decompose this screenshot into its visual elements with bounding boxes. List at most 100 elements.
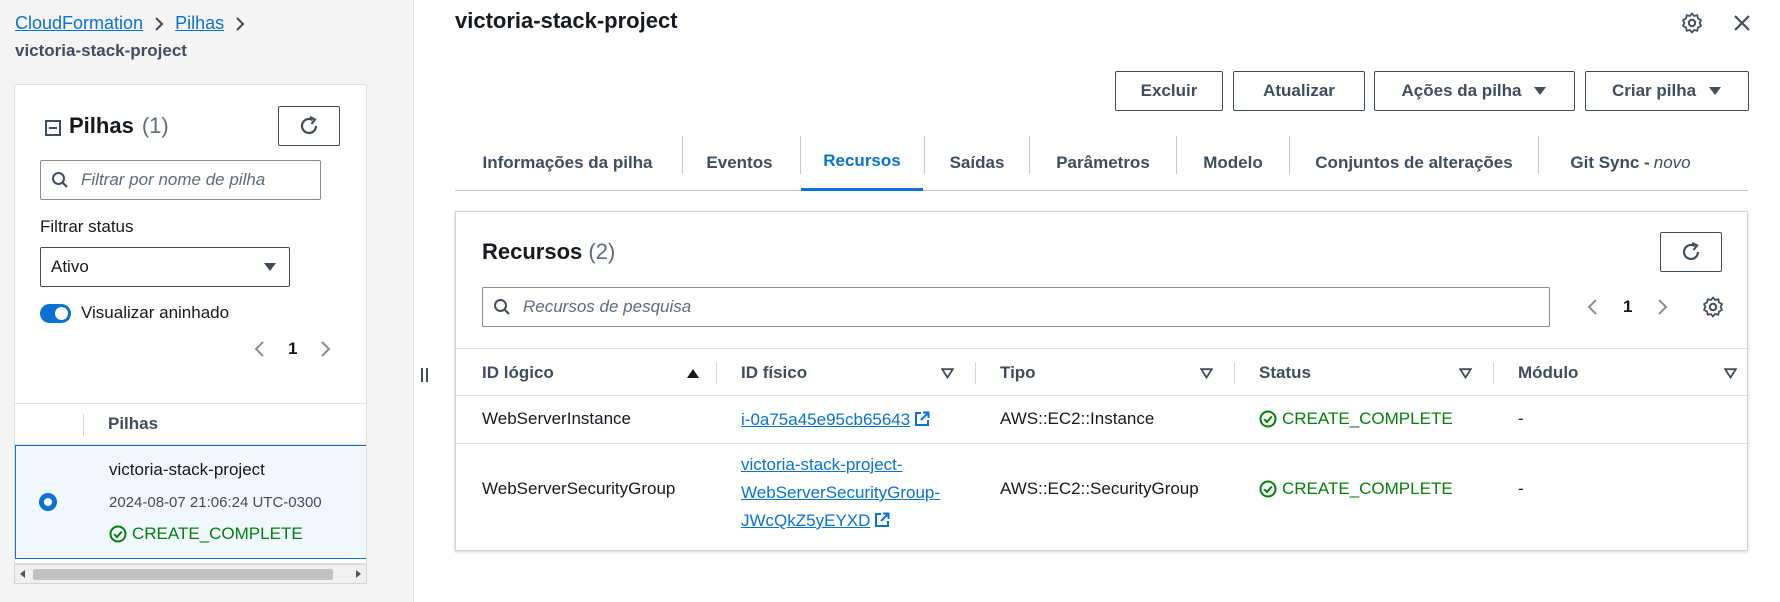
stack-filter-input[interactable] — [79, 169, 309, 191]
stack-select-radio[interactable] — [39, 493, 57, 511]
stacks-card: Pilhas (1) Filtrar status Ativo Visualiz… — [14, 84, 367, 564]
filter-status-value: Ativo — [51, 257, 89, 276]
collapse-icon[interactable] — [45, 119, 61, 136]
external-link-icon — [914, 411, 930, 427]
stacks-side-panel: CloudFormation Pilhas victoria-stack-pro… — [0, 0, 414, 602]
chevron-right-icon — [151, 16, 167, 32]
horizontal-scrollbar[interactable] — [14, 564, 367, 584]
stack-filter-field[interactable] — [40, 160, 321, 200]
breadcrumb: CloudFormation Pilhas victoria-stack-pro… — [15, 10, 395, 64]
stack-name[interactable]: victoria-stack-project — [109, 460, 265, 480]
stack-created-date: 2024-08-07 21:06:24 UTC-0300 — [109, 494, 322, 511]
module-cell: - — [1518, 479, 1524, 498]
table-row: WebServerSecurityGroup victoria-stack-pr… — [456, 444, 1747, 536]
breadcrumb-pilhas[interactable]: Pilhas — [175, 10, 224, 37]
prev-page-button[interactable] — [250, 338, 268, 360]
stack-actions-dropdown[interactable]: Ações da pilha — [1374, 71, 1575, 111]
update-button[interactable]: Atualizar — [1233, 71, 1365, 111]
scroll-left-arrow[interactable] — [20, 570, 25, 578]
nested-toggle-label: Visualizar aninhado — [81, 303, 230, 322]
status-text: CREATE_COMPLETE — [1282, 409, 1453, 428]
stacks-pagination: 1 — [250, 338, 335, 360]
column-type[interactable]: Tipo — [1000, 349, 1230, 397]
logical-id-cell: WebServerSecurityGroup — [482, 479, 676, 498]
stacks-page-number[interactable]: 1 — [288, 339, 297, 359]
tab-resources[interactable]: Recursos — [801, 134, 923, 191]
resources-panel: Recursos (2) 1 ID lógico — [455, 211, 1748, 551]
caret-down-icon — [1708, 86, 1722, 96]
stack-status-text: CREATE_COMPLETE — [132, 524, 303, 543]
gear-icon[interactable] — [1680, 11, 1704, 35]
resources-table-header: ID lógico ID físico Tipo Status Módulo — [456, 348, 1747, 396]
prev-page-button[interactable] — [1583, 296, 1601, 318]
scrollbar-thumb[interactable] — [33, 569, 333, 580]
filter-status-select[interactable]: Ativo — [40, 247, 290, 287]
column-module[interactable]: Módulo — [1518, 349, 1738, 397]
gear-icon[interactable] — [1701, 295, 1725, 319]
nested-toggle-row: Visualizar aninhado — [40, 303, 229, 323]
breadcrumb-cloudformation[interactable]: CloudFormation — [15, 10, 143, 37]
column-logical-id[interactable]: ID lógico — [482, 349, 712, 397]
top-right-icons — [1680, 11, 1754, 35]
refresh-icon — [298, 115, 320, 137]
page-title: victoria-stack-project — [455, 8, 678, 33]
tab-stack-info[interactable]: Informações da pilha — [455, 134, 680, 191]
scroll-right-arrow[interactable] — [356, 570, 361, 578]
create-stack-dropdown[interactable]: Criar pilha — [1585, 71, 1749, 111]
physical-id-cell: victoria-stack-project- WebServerSecurity… — [741, 451, 951, 535]
tab-template[interactable]: Modelo — [1177, 134, 1289, 191]
nested-toggle[interactable] — [40, 303, 71, 323]
tab-outputs[interactable]: Saídas — [925, 134, 1029, 191]
check-circle-icon — [1259, 480, 1277, 498]
tab-events[interactable]: Eventos — [683, 134, 796, 191]
type-cell: AWS::EC2::Instance — [1000, 409, 1155, 428]
logical-id-cell: WebServerInstance — [482, 409, 631, 428]
module-cell: - — [1518, 409, 1524, 428]
column-status[interactable]: Status — [1259, 349, 1489, 397]
refresh-resources-button[interactable] — [1660, 232, 1722, 272]
sort-icon — [1200, 368, 1213, 379]
stack-status: CREATE_COMPLETE — [109, 524, 303, 544]
tab-change-sets[interactable]: Conjuntos de alterações — [1290, 134, 1538, 191]
check-circle-icon — [1259, 410, 1277, 428]
external-link-icon — [874, 512, 890, 528]
column-physical-id[interactable]: ID físico — [741, 349, 971, 397]
tab-git-sync[interactable]: Git Sync - novo — [1539, 134, 1722, 191]
physical-id-link[interactable]: i-0a75a45e95cb65643 — [741, 410, 910, 429]
resources-header: Recursos (2) — [482, 239, 615, 265]
breadcrumb-current: victoria-stack-project — [15, 41, 187, 60]
table-row: WebServerInstance i-0a75a45e95cb65643 AW… — [456, 396, 1747, 444]
resources-count: (2) — [588, 239, 616, 264]
chevron-right-icon — [232, 16, 248, 32]
resources-search-field[interactable] — [482, 287, 1550, 327]
refresh-icon — [1680, 241, 1702, 263]
stacks-title: Pilhas — [69, 113, 134, 138]
caret-down-icon — [263, 262, 277, 272]
stacks-table: Pilhas victoria-stack-project 2024-08-07… — [15, 403, 366, 559]
status-cell: CREATE_COMPLETE — [1259, 409, 1453, 429]
panel-resize-handle[interactable] — [421, 368, 428, 382]
stacks-column-header[interactable]: Pilhas — [108, 414, 158, 434]
create-stack-label: Criar pilha — [1611, 81, 1697, 100]
next-page-button[interactable] — [1654, 296, 1672, 318]
stack-tabs: Informações da pilha Eventos Recursos Sa… — [455, 134, 1748, 191]
resources-search-input[interactable] — [521, 296, 1521, 318]
tab-parameters[interactable]: Parâmetros — [1030, 134, 1176, 191]
resources-pagination: 1 — [1583, 296, 1672, 318]
physical-id-link[interactable]: victoria-stack-project- WebServerSecurity… — [741, 455, 940, 530]
refresh-stacks-button[interactable] — [278, 106, 340, 146]
next-page-button[interactable] — [317, 338, 335, 360]
check-circle-icon — [109, 525, 127, 543]
stack-row[interactable]: victoria-stack-project 2024-08-07 21:06:… — [15, 445, 366, 559]
caret-down-icon — [1533, 86, 1547, 96]
search-icon — [51, 171, 69, 189]
resources-table: ID lógico ID físico Tipo Status Módulo W… — [456, 348, 1747, 536]
delete-button[interactable]: Excluir — [1115, 71, 1223, 111]
stacks-card-header: Pilhas (1) — [45, 113, 169, 139]
sort-ascending-icon — [686, 368, 700, 379]
stacks-table-header: Pilhas — [15, 403, 366, 445]
resources-page-number[interactable]: 1 — [1623, 297, 1632, 317]
stack-actions-label: Ações da pilha — [1401, 81, 1522, 100]
close-icon[interactable] — [1730, 11, 1754, 35]
type-cell: AWS::EC2::SecurityGroup — [1000, 479, 1199, 498]
